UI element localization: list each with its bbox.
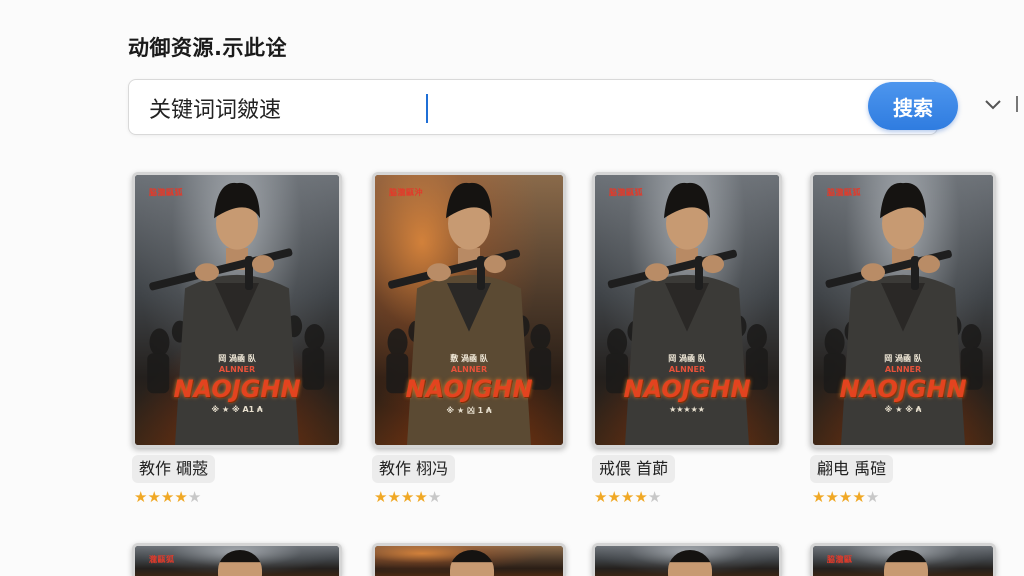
text-caret: [426, 94, 428, 123]
star-filled-icon: ★: [620, 488, 635, 506]
poster-tagline: 敷 渦凾 臥: [450, 354, 488, 363]
poster-logo: NAOJGHN: [405, 375, 533, 403]
poster-headline: ALNNER: [668, 365, 706, 374]
poster-tagline: 岡 渦凾 臥: [668, 354, 706, 363]
poster-top-text: 脇瀧甌狐: [609, 188, 643, 197]
star-filled-icon: ★: [374, 488, 388, 506]
poster-headline: ALNNER: [218, 365, 256, 374]
search-input[interactable]: [149, 90, 849, 126]
star-filled-icon: ★: [387, 488, 401, 506]
star-filled-icon: ★: [634, 488, 648, 506]
chevron-down-icon[interactable]: [982, 94, 1004, 116]
page-title: 动御资源.示此诠: [128, 36, 287, 60]
star-filled-icon: ★: [838, 488, 853, 506]
star-empty-icon: ★: [865, 488, 880, 506]
poster-subtitle: ※ ★ ※ ₳: [884, 405, 922, 414]
poster-top-text: 脇瀧甌狐: [149, 188, 183, 197]
rating-stars: ★★★★★: [812, 488, 879, 506]
poster-top-text: 瀧甌狐: [149, 555, 175, 564]
movie-poster[interactable]: 脇瀧甌狐岡 渦凾 臥 ALNNER NAOJGHN ※ ★ ※ ₳: [810, 172, 996, 448]
movie-poster[interactable]: 脇瀧甌狐岡 渦凾 臥 ALNNER NAOJGHN ★★★★★: [592, 172, 782, 448]
star-empty-icon: ★: [647, 488, 662, 506]
page: 动御资源.示此诠 搜索: [0, 0, 1024, 576]
poster-logo: NAOJGHN: [623, 375, 751, 403]
movie-title[interactable]: 教作 礀蔲: [132, 455, 216, 483]
edge-icon: [1016, 96, 1024, 112]
star-filled-icon: ★: [174, 488, 188, 506]
poster-logo: NAOJGHN: [173, 375, 301, 403]
rating-stars: ★★★★★: [134, 488, 201, 506]
poster-tagline: 岡 渦凾 臥: [884, 354, 922, 363]
search-box[interactable]: [128, 79, 938, 135]
movie-poster[interactable]: 脇瀧甌: [810, 543, 996, 576]
poster-subtitle: ※ ★ 凶 1 ₳: [446, 406, 492, 415]
star-filled-icon: ★: [400, 488, 415, 506]
poster-logo: NAOJGHN: [839, 375, 967, 403]
poster-subtitle: ※ ★ ※ A1 ₳: [211, 405, 263, 414]
movie-title[interactable]: 教作 栩冯: [372, 455, 456, 483]
star-filled-icon: ★: [825, 488, 839, 506]
star-empty-icon: ★: [427, 488, 442, 506]
poster-headline: ALNNER: [884, 365, 922, 374]
poster-top-text: 脇瀧甌狐: [827, 188, 861, 197]
poster-subtitle: ★★★★★: [669, 405, 705, 414]
poster-tagline: 岡 渦凾 臥: [218, 354, 256, 363]
star-filled-icon: ★: [812, 488, 826, 506]
star-filled-icon: ★: [414, 488, 428, 506]
poster-top-text: 脇瀧甌沖: [389, 188, 423, 197]
movie-poster[interactable]: [372, 543, 566, 576]
star-filled-icon: ★: [852, 488, 866, 506]
rating-stars: ★★★★★: [594, 488, 661, 506]
rating-stars: ★★★★★: [374, 488, 441, 506]
poster-top-text: 脇瀧甌: [827, 555, 853, 564]
movie-title[interactable]: 戒偎 首莭: [592, 455, 676, 483]
star-filled-icon: ★: [147, 488, 161, 506]
star-empty-icon: ★: [187, 488, 202, 506]
star-filled-icon: ★: [594, 488, 608, 506]
movie-poster[interactable]: [592, 543, 782, 576]
star-filled-icon: ★: [607, 488, 621, 506]
search-button[interactable]: 搜索: [868, 82, 958, 130]
movie-poster[interactable]: 脇瀧甌狐岡 渦凾 臥 ALNNER NAOJGHN ※ ★ ※ A1 ₳: [132, 172, 342, 448]
star-filled-icon: ★: [134, 488, 148, 506]
movie-title[interactable]: 翩电 禹碹: [810, 455, 894, 483]
movie-poster[interactable]: 脇瀧甌沖敷 渦凾 臥 ALNNER NAOJGHN ※ ★ 凶 1 ₳: [372, 172, 566, 448]
movie-poster[interactable]: 瀧甌狐: [132, 543, 342, 576]
poster-headline: ALNNER: [450, 365, 488, 374]
star-filled-icon: ★: [160, 488, 175, 506]
